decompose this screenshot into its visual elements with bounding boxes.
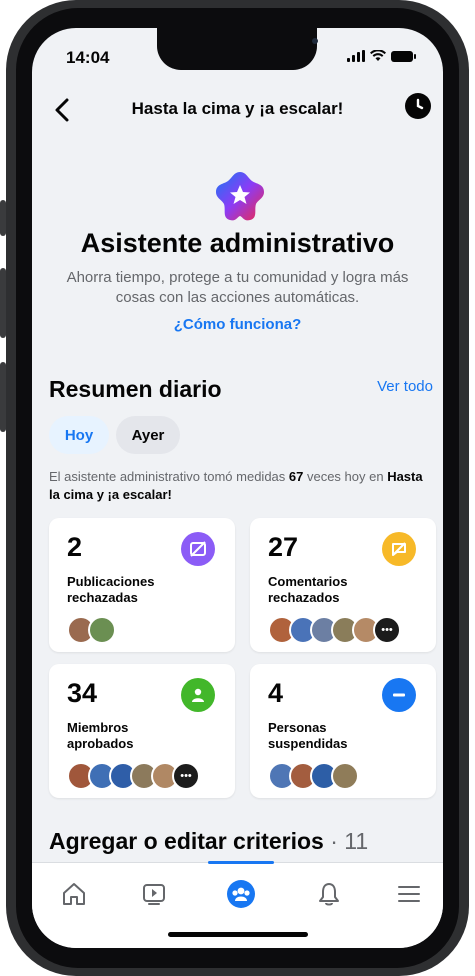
hero-title: Asistente administrativo [80,228,395,258]
active-tab-indicator [208,861,274,864]
home-icon[interactable] [57,877,91,911]
camera-icon [312,38,318,44]
screen: 14:04 Hasta la cima y ¡a escalar! Asiste… [32,28,443,948]
hero-subtitle: Ahorra tiempo, protege a tu comunidad y … [66,269,409,306]
home-indicator[interactable] [168,932,308,937]
avatar [88,616,116,644]
page-title: Hasta la cima y ¡a escalar! [131,99,344,118]
side-button [0,362,6,432]
rejected-post-icon [181,532,215,566]
criteria-title: Agregar o editar criterios · 11 [49,828,369,854]
approved-member-icon [181,678,215,712]
chip-today[interactable]: Hoy [49,416,109,454]
suspended-person-icon [382,678,416,712]
criteria-count: · 11 [330,828,369,854]
stat-card-rejected-comments[interactable]: 27 Comentarios rechazados ••• [250,518,436,652]
chip-yesterday[interactable]: Ayer [116,416,180,454]
avatar-group: ••• [268,616,401,644]
summary-text: El asistente administrativo tomó medidas… [49,469,423,502]
more-avatars-icon: ••• [172,762,200,790]
status-time: 14:04 [66,48,110,67]
stat-number: 2 [67,532,83,562]
admin-assist-star-icon [216,172,264,221]
stat-label: Personas suspendidas [268,720,348,751]
battery-icon [391,50,416,62]
video-icon[interactable] [137,877,171,911]
stat-card-suspended-people[interactable]: 4 Personas suspendidas [250,664,436,798]
side-button [0,268,6,338]
how-it-works-link[interactable]: ¿Cómo funciona? [32,316,443,333]
stat-number: 34 [67,678,98,708]
avatar-group: ••• [67,762,200,790]
stat-number: 4 [268,678,284,708]
stat-card-approved-members[interactable]: 34 Miembros aprobados ••• [49,664,235,798]
status-icons [347,50,416,62]
notch [157,28,318,70]
groups-icon[interactable] [224,877,258,911]
notifications-icon[interactable] [312,877,346,911]
wifi-icon [370,50,386,61]
stat-label: Publicaciones rechazadas [67,574,155,605]
header: Hasta la cima y ¡a escalar! [32,93,443,133]
more-avatars-icon: ••• [373,616,401,644]
avatar [331,762,359,790]
see-all-link[interactable]: Ver todo [377,378,433,395]
rejected-comment-icon [382,532,416,566]
actions-count: 67 [288,469,304,484]
history-clock-icon[interactable] [405,93,431,119]
stat-number: 27 [268,532,299,562]
menu-icon[interactable] [392,877,426,911]
signal-icon [347,50,365,62]
side-button [0,200,6,236]
avatar-group [67,616,116,644]
stat-label: Comentarios rechazados [268,574,348,605]
daily-summary-title: Resumen diario [49,376,222,402]
stat-label: Miembros aprobados [67,720,134,751]
stat-card-rejected-posts[interactable]: 2 Publicaciones rechazadas [49,518,235,652]
avatar-group [268,762,359,790]
